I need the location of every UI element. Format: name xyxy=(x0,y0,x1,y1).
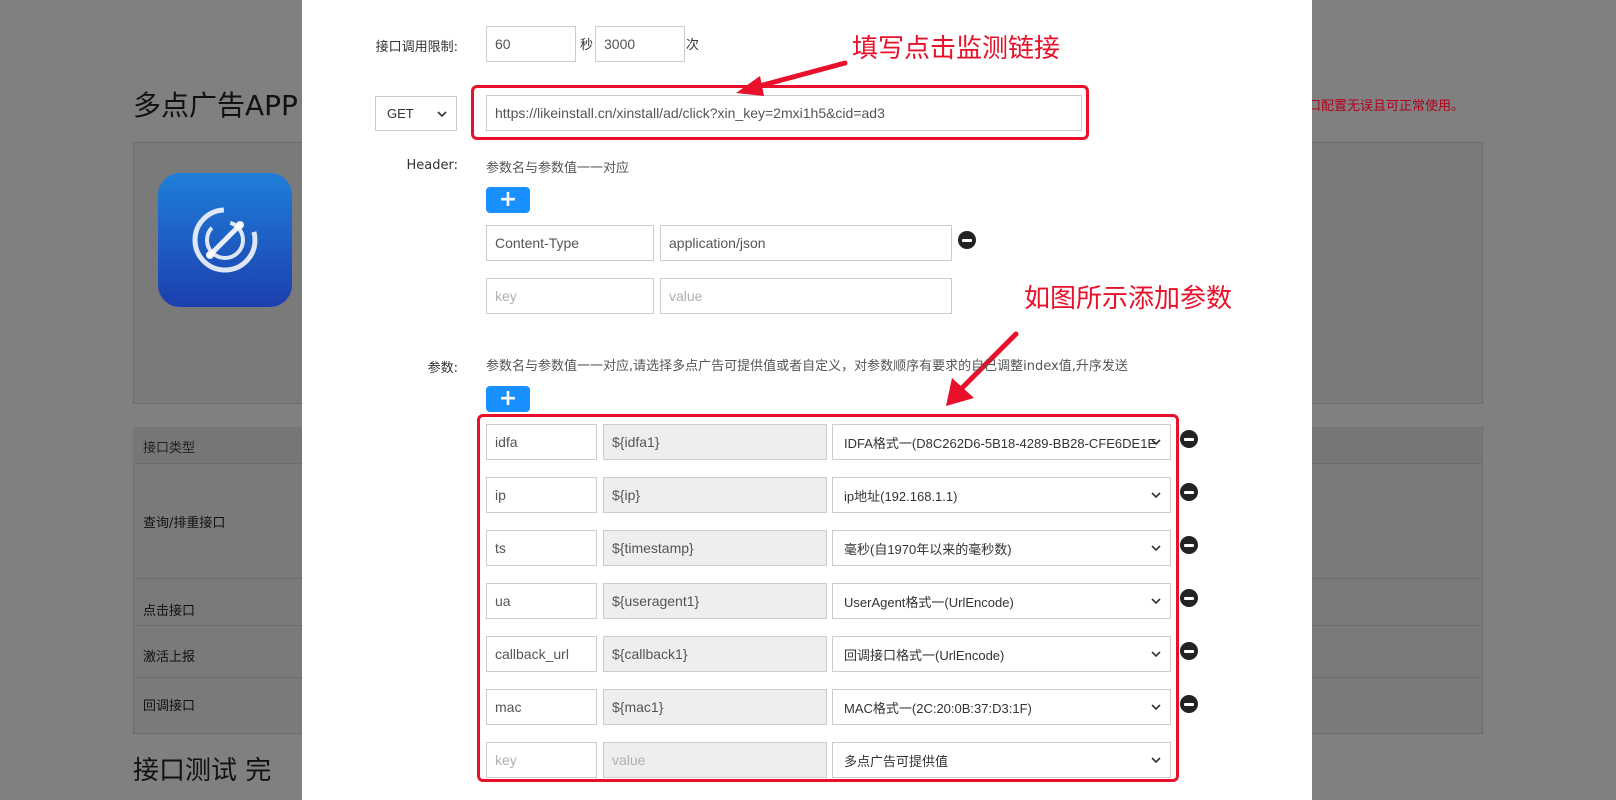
chevron-down-icon xyxy=(1151,492,1161,499)
app-logo-icon xyxy=(158,173,292,307)
table-row-click: 点击接口 xyxy=(143,604,196,619)
chevron-down-icon xyxy=(1151,439,1161,446)
remove-param-icon[interactable] xyxy=(1180,483,1198,501)
param-value-input-ts[interactable]: ${timestamp} xyxy=(603,530,827,566)
param-option-value: UserAgent格式一(UrlEncode) xyxy=(844,594,1014,610)
param-option-select-idfa[interactable]: IDFA格式一(D8C262D6-5B18-4289-BB28-CFE6DE1E xyxy=(832,424,1171,460)
param-key-input-ts[interactable]: ts xyxy=(486,530,597,566)
params-hint: 参数名与参数值一一对应,请选择多点广告可提供值或者自定义，对参数顺序有要求的自己… xyxy=(486,359,1128,374)
param-key-input-idfa[interactable]: idfa xyxy=(486,424,597,460)
param-option-value: ip地址(192.168.1.1) xyxy=(844,488,958,504)
add-param-button[interactable]: + xyxy=(486,386,530,412)
rate-limit-label: 接口调用限制: xyxy=(375,40,458,55)
param-option-select-mac[interactable]: MAC格式一(2C:20:0B:37:D3:1F) xyxy=(832,689,1171,725)
new-param-value-input[interactable]: value xyxy=(603,742,827,778)
table-header-interface-type: 接口类型 xyxy=(143,441,196,456)
new-param-key-input[interactable]: key xyxy=(486,742,597,778)
header-value-input[interactable]: application/json xyxy=(660,225,952,261)
plus-icon: + xyxy=(498,187,518,212)
rate-limit-count-input[interactable]: 3000 xyxy=(595,26,685,62)
plus-icon: + xyxy=(498,386,518,411)
url-annotation-text: 填写点击监测链接 xyxy=(852,34,1061,64)
param-key-input-mac[interactable]: mac xyxy=(486,689,597,725)
remove-param-icon[interactable] xyxy=(1180,430,1198,448)
param-option-select-ua[interactable]: UserAgent格式一(UrlEncode) xyxy=(832,583,1171,619)
remove-header-icon[interactable] xyxy=(958,231,976,249)
param-option-value: 多点广告可提供值 xyxy=(844,753,949,769)
count-unit: 次 xyxy=(686,38,700,53)
remove-param-icon[interactable] xyxy=(1180,536,1198,554)
param-value-input-ua[interactable]: ${useragent1} xyxy=(603,583,827,619)
background-page-title: 多点广告APP xyxy=(133,89,298,122)
chevron-down-icon xyxy=(1151,704,1161,711)
param-option-select-ip[interactable]: ip地址(192.168.1.1) xyxy=(832,477,1171,513)
remove-param-icon[interactable] xyxy=(1180,695,1198,713)
param-value-input-mac[interactable]: ${mac1} xyxy=(603,689,827,725)
header-key-input[interactable]: Content-Type xyxy=(486,225,654,261)
param-option-value: 毫秒(自1970年以来的毫秒数) xyxy=(844,541,1012,557)
table-row-callback: 回调接口 xyxy=(143,699,196,714)
param-value-input-idfa[interactable]: ${idfa1} xyxy=(603,424,827,460)
new-header-key-input[interactable]: key xyxy=(486,278,654,314)
seconds-unit: 秒 xyxy=(580,38,594,53)
http-method-select[interactable]: GET xyxy=(375,96,457,131)
remove-param-icon[interactable] xyxy=(1180,589,1198,607)
remove-param-icon[interactable] xyxy=(1180,642,1198,660)
params-annotation-text: 如图所示添加参数 xyxy=(1024,284,1233,314)
annotation-arrow-icon xyxy=(736,60,848,96)
param-option-value: IDFA格式一(D8C262D6-5B18-4289-BB28-CFE6DE1E xyxy=(844,435,1157,451)
header-hint: 参数名与参数值一一对应 xyxy=(486,161,630,176)
param-key-input-ip[interactable]: ip xyxy=(486,477,597,513)
chevron-down-icon xyxy=(1151,651,1161,658)
new-header-value-input[interactable]: value xyxy=(660,278,952,314)
chevron-down-icon xyxy=(1151,598,1161,605)
param-option-value: 回调接口格式一(UrlEncode) xyxy=(844,647,1005,663)
background-bottom-title: 接口测试 完 xyxy=(133,756,272,786)
header-label: Header: xyxy=(406,158,459,173)
param-option-select-ts[interactable]: 毫秒(自1970年以来的毫秒数) xyxy=(832,530,1171,566)
table-row-activation: 激活上报 xyxy=(143,650,196,665)
param-key-input-callback-url[interactable]: callback_url xyxy=(486,636,597,672)
background-note: 接口配置无误且可正常使用。 xyxy=(1295,99,1465,114)
chevron-down-icon xyxy=(1151,545,1161,552)
table-row-query: 查询/排重接口 xyxy=(143,516,226,531)
param-option-select-callback-url[interactable]: 回调接口格式一(UrlEncode) xyxy=(832,636,1171,672)
new-param-option-select[interactable]: 多点广告可提供值 xyxy=(832,742,1171,778)
param-value-input-callback-url[interactable]: ${callback1} xyxy=(603,636,827,672)
http-method-value: GET xyxy=(387,106,414,121)
params-label: 参数: xyxy=(427,361,458,376)
rate-limit-seconds-input[interactable]: 60 xyxy=(486,26,576,62)
param-key-input-ua[interactable]: ua xyxy=(486,583,597,619)
add-header-button[interactable]: + xyxy=(486,187,530,213)
param-option-value: MAC格式一(2C:20:0B:37:D3:1F) xyxy=(844,700,1032,716)
param-value-input-ip[interactable]: ${ip} xyxy=(603,477,827,513)
chevron-down-icon xyxy=(1151,757,1161,764)
chevron-down-icon xyxy=(437,110,447,117)
